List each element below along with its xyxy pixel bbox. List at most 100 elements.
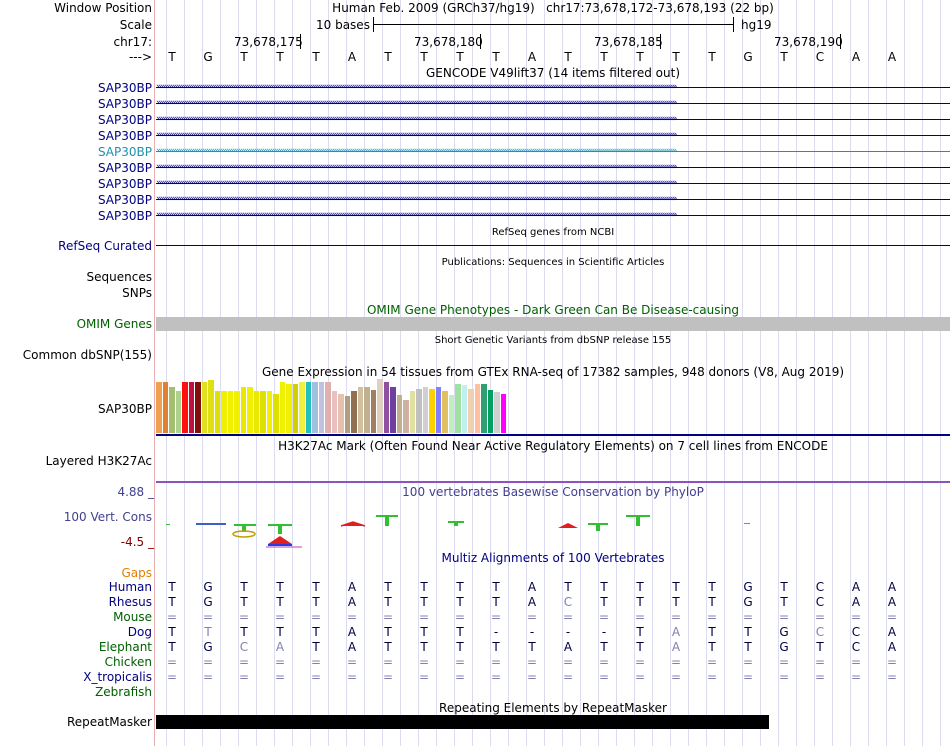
gtex-tissue-bar[interactable] [182, 382, 188, 433]
refseq-track-label[interactable]: RefSeq Curated [58, 239, 152, 253]
aligned-base: A [527, 595, 537, 609]
gtex-tissue-bar[interactable] [338, 394, 344, 433]
gtex-tissue-bar[interactable] [312, 382, 318, 433]
multiz-gaps-label[interactable]: Gaps [121, 566, 152, 580]
gtex-tissue-bar[interactable] [390, 387, 396, 433]
gtex-tissue-bar[interactable] [377, 379, 383, 433]
aligned-base: C [815, 580, 825, 594]
species-label[interactable]: Human [109, 580, 152, 594]
gtex-tissue-bar[interactable] [344, 396, 350, 433]
gtex-tissue-bar[interactable] [474, 384, 480, 433]
gtex-tissue-bar[interactable] [188, 382, 194, 433]
gtex-tissue-bar[interactable] [416, 389, 422, 433]
gtex-tissue-bar[interactable] [370, 390, 376, 433]
species-label[interactable]: Elephant [99, 640, 152, 654]
gtex-tissue-bar[interactable] [292, 384, 298, 433]
gtex-tissue-bar[interactable] [175, 391, 181, 433]
gencode-item-label[interactable]: SAP30BP [98, 161, 152, 175]
gtex-tissue-bar[interactable] [455, 384, 461, 433]
aligned-base: T [168, 595, 176, 609]
omim-track-label[interactable]: OMIM Genes [77, 317, 152, 331]
species-label[interactable]: Zebrafish [95, 685, 152, 699]
aligned-base: = [562, 670, 574, 684]
gtex-tissue-bar[interactable] [325, 382, 331, 433]
gtex-tissue-bar[interactable] [396, 395, 402, 433]
gencode-item-label[interactable]: SAP30BP [98, 177, 152, 191]
gtex-tissue-bar[interactable] [279, 382, 285, 433]
publications-label-snps[interactable]: SNPs [122, 286, 152, 300]
gtex-tissue-bar[interactable] [494, 392, 500, 433]
gtex-tissue-bar[interactable] [403, 400, 409, 433]
aligned-base: = [778, 670, 790, 684]
aligned-base: = [706, 655, 718, 669]
species-label[interactable]: Dog [128, 625, 152, 639]
gtex-tissue-bar[interactable] [487, 390, 493, 433]
phylop-conservation-plot[interactable] [156, 500, 950, 552]
gtex-tissue-bar[interactable] [422, 387, 428, 433]
gencode-item-label[interactable]: SAP30BP [98, 129, 152, 143]
h3k27ac-track-label[interactable]: Layered H3K27Ac [46, 454, 152, 468]
gencode-item-label[interactable]: SAP30BP [98, 209, 152, 223]
gtex-tissue-bar[interactable] [357, 387, 363, 433]
gtex-tissue-bar[interactable] [260, 391, 266, 433]
dbsnp-track-label[interactable]: Common dbSNP(155) [23, 348, 152, 362]
phylop-track-label[interactable]: 100 Vert. Cons [64, 510, 152, 524]
gtex-tissue-bar[interactable] [435, 387, 441, 433]
aligned-base: T [600, 580, 608, 594]
gtex-tissue-bar[interactable] [305, 382, 311, 433]
gtex-tissue-bar[interactable] [364, 387, 370, 433]
aligned-base: A [887, 595, 897, 609]
gtex-tissue-bar[interactable] [481, 384, 487, 433]
gtex-tissue-bar[interactable] [351, 391, 357, 433]
aligned-base: A [275, 640, 285, 654]
gencode-item-label[interactable]: SAP30BP [98, 113, 152, 127]
aligned-base: = [526, 655, 538, 669]
gencode-item-label[interactable]: SAP30BP [98, 145, 152, 159]
gtex-tissue-bar[interactable] [253, 391, 259, 433]
gtex-tissue-bar[interactable] [299, 382, 305, 433]
repeatmasker-element[interactable] [156, 715, 769, 729]
gencode-item-label[interactable]: SAP30BP [98, 81, 152, 95]
gtex-tissue-bar[interactable] [221, 391, 227, 433]
window-position-value[interactable]: Human Feb. 2009 (GRCh37/hg19) chr17:73,6… [156, 1, 950, 15]
gtex-tissue-bar[interactable] [286, 384, 292, 433]
gtex-tissue-bar[interactable] [318, 382, 324, 433]
gtex-tissue-bar[interactable] [468, 389, 474, 433]
aligned-base: = [598, 655, 610, 669]
gtex-tissue-bar[interactable] [201, 382, 207, 433]
aligned-base: = [634, 610, 646, 624]
species-label[interactable]: Rhesus [109, 595, 152, 609]
gencode-item-label[interactable]: SAP30BP [98, 193, 152, 207]
gtex-tissue-bar[interactable] [383, 382, 389, 433]
gtex-tissue-bar[interactable] [247, 387, 253, 433]
species-label[interactable]: X_tropicalis [83, 670, 152, 684]
gtex-track-label[interactable]: SAP30BP [98, 402, 152, 416]
gtex-tissue-bar[interactable] [500, 394, 506, 433]
gtex-tissue-bar[interactable] [240, 387, 246, 433]
aligned-base: T [744, 625, 752, 639]
gencode-item-label[interactable]: SAP30BP [98, 97, 152, 111]
gtex-tissue-bar[interactable] [227, 391, 233, 433]
gtex-tissue-bar[interactable] [409, 391, 415, 433]
species-label[interactable]: Chicken [105, 655, 152, 669]
gtex-tissue-bar[interactable] [162, 382, 168, 433]
species-label[interactable]: Mouse [113, 610, 152, 624]
gtex-tissue-bar[interactable] [429, 389, 435, 433]
publications-label-sequences[interactable]: Sequences [87, 270, 152, 284]
gtex-tissue-bar[interactable] [461, 385, 467, 433]
gtex-tissue-bar[interactable] [195, 382, 201, 433]
gtex-tissue-bar[interactable] [208, 380, 214, 433]
omim-gene-bar[interactable] [156, 317, 950, 331]
refseq-feature-line[interactable] [156, 245, 950, 246]
gtex-tissue-bar[interactable] [448, 395, 454, 433]
aligned-base: = [166, 670, 178, 684]
gtex-tissue-bar[interactable] [266, 391, 272, 433]
gtex-tissue-bar[interactable] [156, 382, 162, 433]
gtex-tissue-bar[interactable] [273, 394, 279, 433]
gtex-tissue-bar[interactable] [169, 387, 175, 433]
gtex-tissue-bar[interactable] [442, 391, 448, 433]
gtex-tissue-bar[interactable] [234, 391, 240, 433]
gtex-tissue-bar[interactable] [214, 391, 220, 433]
gtex-tissue-bar[interactable] [331, 391, 337, 433]
repeatmasker-track-label[interactable]: RepeatMasker [67, 715, 152, 729]
